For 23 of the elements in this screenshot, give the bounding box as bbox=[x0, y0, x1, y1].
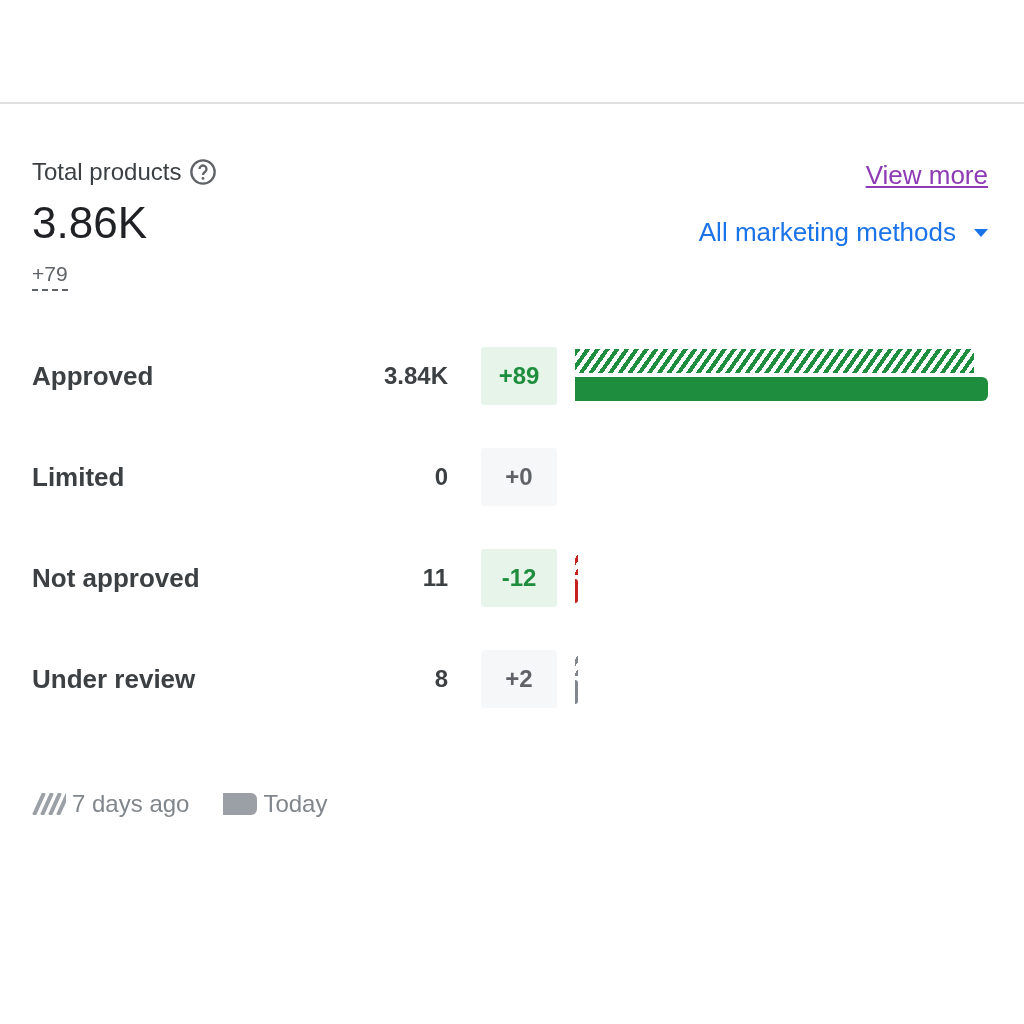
total-change[interactable]: +79 bbox=[32, 262, 68, 291]
marketing-method-dropdown[interactable]: All marketing methods bbox=[698, 217, 988, 248]
total-value: 3.86K bbox=[32, 198, 148, 248]
change-badge: +89 bbox=[481, 347, 557, 405]
legend-label: 7 days ago bbox=[72, 790, 190, 818]
solid-swatch-icon bbox=[223, 793, 258, 815]
status-count: 8 bbox=[433, 665, 448, 693]
status-label: Under review bbox=[32, 663, 197, 695]
change-badge: +0 bbox=[481, 448, 557, 506]
legend-label: Today bbox=[263, 790, 328, 818]
hatch-swatch-icon bbox=[32, 793, 66, 815]
change-badge: -12 bbox=[481, 549, 557, 607]
caret-icon bbox=[974, 228, 988, 237]
card-title: Total products bbox=[32, 158, 182, 186]
status-count: 3.84K bbox=[382, 362, 448, 390]
status-count: 0 bbox=[433, 463, 448, 491]
help-icon[interactable] bbox=[189, 158, 218, 186]
status-label: Limited bbox=[32, 461, 126, 493]
status-count: 11 bbox=[421, 564, 448, 592]
status-label: Approved bbox=[32, 360, 155, 392]
view-more-link[interactable]: View more bbox=[865, 160, 988, 191]
change-badge: +2 bbox=[481, 650, 557, 708]
status-label: Not approved bbox=[32, 562, 201, 594]
